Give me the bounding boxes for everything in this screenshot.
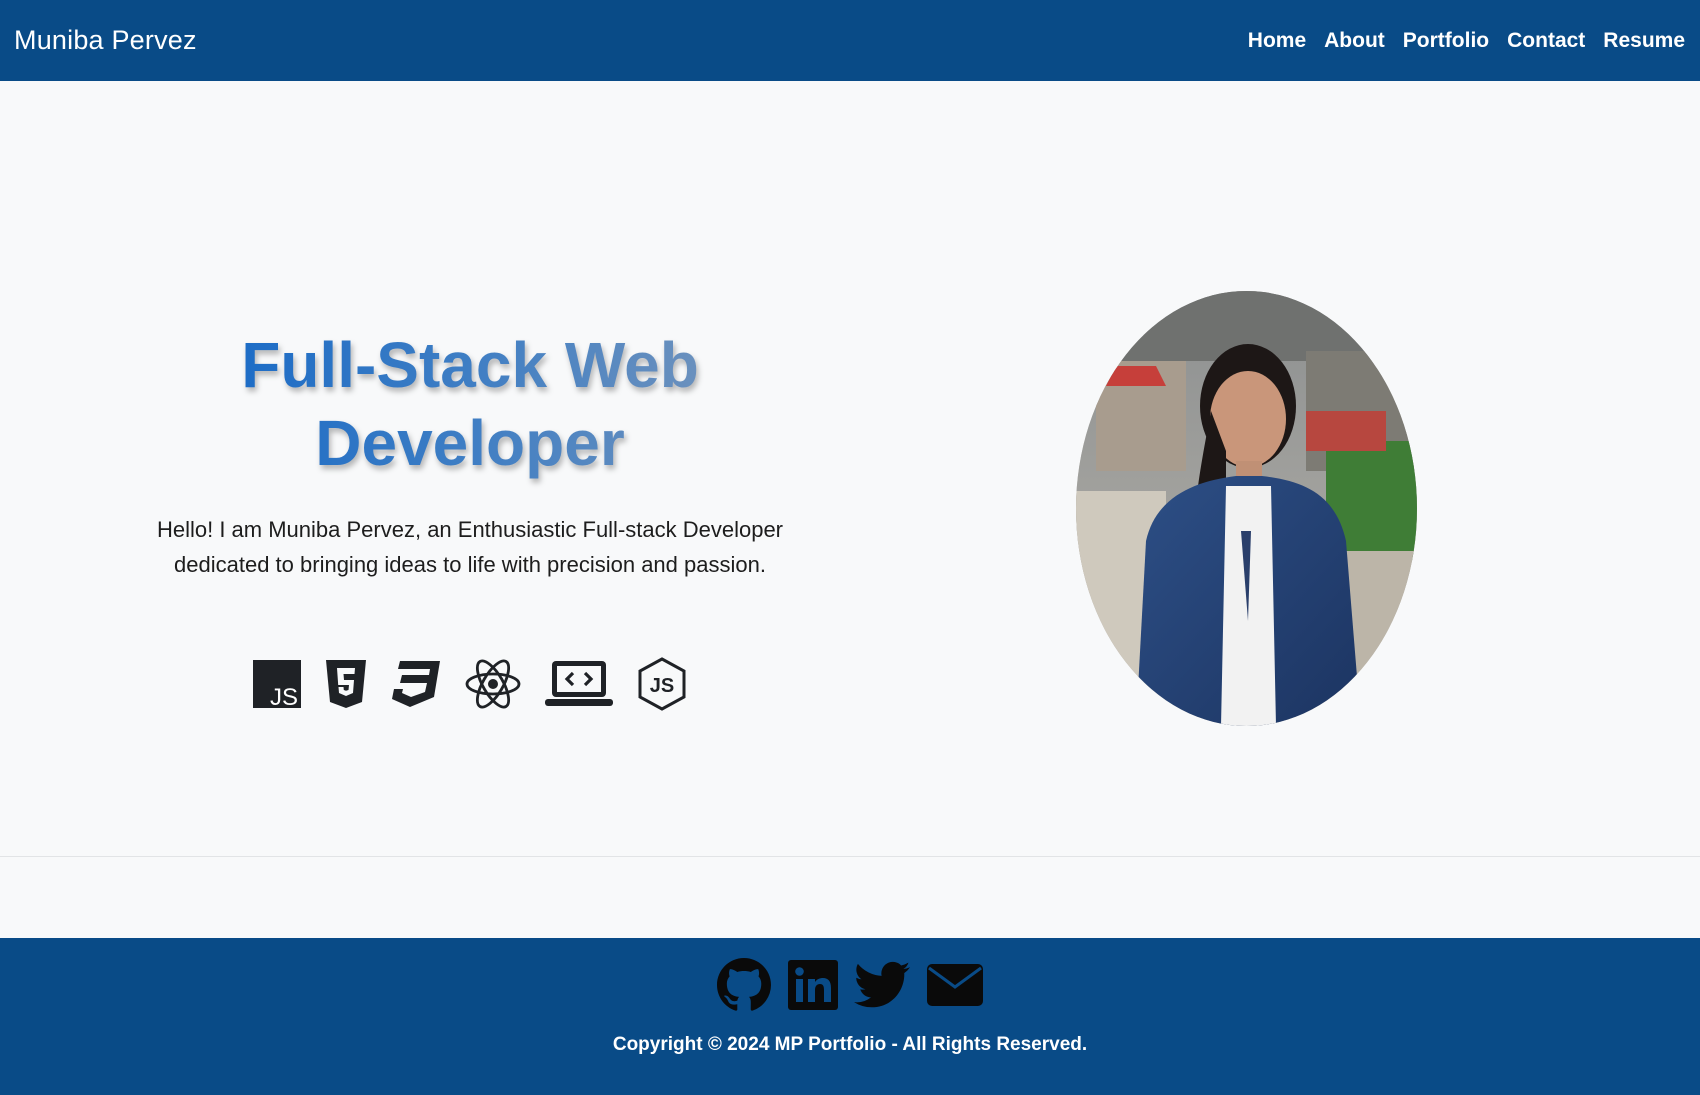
laptop-code-icon — [544, 659, 614, 709]
brand-name[interactable]: Muniba Pervez — [14, 25, 197, 56]
nav-link-portfolio[interactable]: Portfolio — [1394, 29, 1498, 53]
tech-stack-icons: JS JS — [120, 656, 820, 712]
nav-link-resume[interactable]: Resume — [1594, 29, 1694, 53]
hero-text: Full-Stack Web Developer Hello! I am Mun… — [120, 326, 820, 712]
nodejs-icon: JS — [636, 656, 688, 712]
hero-subtitle: Hello! I am Muniba Pervez, an Enthusiast… — [156, 517, 784, 577]
social-links — [0, 958, 1700, 1012]
nav-link-home[interactable]: Home — [1239, 29, 1315, 53]
section-divider — [0, 856, 1700, 857]
footer: Copyright © 2024 MP Portfolio - All Righ… — [0, 938, 1700, 1095]
react-icon — [464, 658, 522, 710]
profile-photo — [1076, 291, 1417, 726]
hero-title: Full-Stack Web Developer — [220, 326, 720, 482]
twitter-icon[interactable] — [854, 961, 910, 1009]
hero-section: Full-Stack Web Developer Hello! I am Mun… — [0, 81, 1700, 856]
nav-links: Home About Portfolio Contact Resume — [1239, 29, 1694, 53]
javascript-icon: JS — [252, 659, 302, 709]
nav-link-contact[interactable]: Contact — [1498, 29, 1594, 53]
html5-icon — [324, 658, 368, 710]
css3-icon — [390, 659, 442, 709]
svg-text:JS: JS — [270, 684, 298, 709]
navbar: Muniba Pervez Home About Portfolio Conta… — [0, 0, 1700, 81]
copyright-text: Copyright © 2024 MP Portfolio - All Righ… — [612, 1034, 1088, 1055]
svg-text:JS: JS — [650, 675, 674, 697]
linkedin-icon[interactable] — [788, 960, 838, 1010]
email-icon[interactable] — [926, 963, 984, 1007]
nav-link-about[interactable]: About — [1315, 29, 1394, 53]
github-icon[interactable] — [716, 958, 772, 1012]
